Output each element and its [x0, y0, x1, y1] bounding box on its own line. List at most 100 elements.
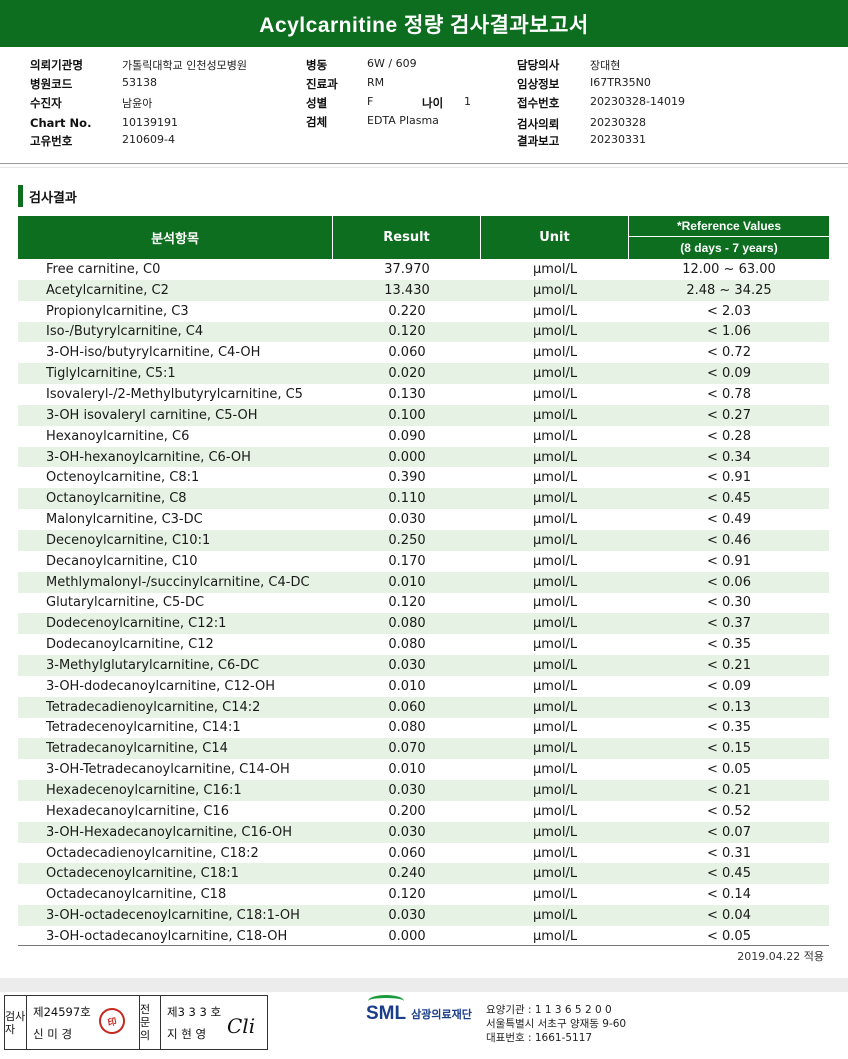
analyte-name: Tetradecenoylcarnitine, C14:1 — [46, 720, 241, 736]
header-reference-range: (8 days - 7 years) — [680, 241, 778, 255]
reference-value: < 0.52 — [707, 803, 751, 819]
result-value: 0.080 — [388, 616, 426, 632]
info-value-report-date: 20230331 — [590, 133, 646, 146]
reference-value: < 0.21 — [707, 783, 751, 799]
result-value: 0.000 — [388, 449, 426, 465]
unit-value: μmol/L — [532, 386, 578, 402]
reference-value: < 0.07 — [707, 824, 751, 840]
section-heading: 검사결과 — [18, 185, 77, 207]
table-row: Decanoylcarnitine, C10 0.170 μmol/L < 0.91 — [18, 551, 829, 572]
analyte-name: Decenoylcarnitine, C10:1 — [46, 532, 211, 548]
unit-value: μmol/L — [532, 261, 578, 277]
info-value-institution: 가톨릭대학교 인천성모병원 — [122, 59, 247, 72]
unit-value: μmol/L — [532, 303, 578, 319]
reference-value: < 0.09 — [707, 678, 751, 694]
unit-value: μmol/L — [532, 428, 578, 444]
result-value: 0.120 — [388, 887, 426, 903]
reference-value: 2.48 ~ 34.25 — [686, 282, 772, 298]
org-code: 요양기관 : 1 1 3 6 5 2 0 0 — [486, 1004, 612, 1016]
results-table-header: 분석항목 Result Unit *Reference Values (8 da… — [18, 216, 829, 259]
table-row: Tetradecanoylcarnitine, C14 0.070 μmol/L < … — [18, 738, 829, 760]
info-label-doctor: 담당의사 — [517, 58, 560, 72]
unit-value: μmol/L — [532, 491, 578, 507]
result-value: 0.030 — [388, 512, 426, 528]
unit-value: μmol/L — [532, 824, 578, 840]
result-value: 0.030 — [388, 824, 426, 840]
reference-value: < 1.06 — [707, 324, 751, 340]
table-row: 3-OH-octadecanoylcarnitine, C18-OH 0.000 μ… — [18, 926, 829, 947]
signer2-name: 지 현 영 — [167, 1027, 207, 1041]
unit-value: μmol/L — [532, 574, 578, 590]
unit-value: μmol/L — [532, 470, 578, 486]
info-value-clinical-info: I67TR35N0 — [590, 76, 651, 89]
reference-value: < 0.78 — [707, 386, 751, 402]
unit-value: μmol/L — [532, 366, 578, 382]
signer1-name: 신 미 경 — [33, 1027, 73, 1041]
result-value: 0.130 — [388, 386, 426, 402]
reference-value: < 0.21 — [707, 657, 751, 673]
section-title: 검사결과 — [29, 190, 77, 206]
table-row: Hexanoylcarnitine, C6 0.090 μmol/L < 0.28 — [18, 426, 829, 447]
unit-value: μmol/L — [532, 928, 578, 944]
analyte-name: Malonylcarnitine, C3-DC — [46, 512, 203, 528]
info-label-institution: 의뢰기관명 — [30, 58, 83, 72]
info-value-department: RM — [367, 76, 385, 89]
header-unit: Unit — [481, 216, 629, 259]
result-value: 0.080 — [388, 720, 426, 736]
result-value: 0.220 — [388, 303, 426, 319]
analyte-name: Hexadecanoylcarnitine, C16 — [46, 803, 229, 819]
signer1-license: 제24597호 — [33, 1005, 91, 1019]
reference-value: < 0.14 — [707, 887, 751, 903]
analyte-name: Free carnitine, C0 — [46, 261, 161, 277]
info-value-doctor: 장대현 — [590, 59, 621, 72]
table-row: Hexadecanoylcarnitine, C16 0.200 μmol/L < 0… — [18, 801, 829, 822]
info-label-ward: 병동 — [306, 58, 328, 72]
analyte-name: Dodecanoylcarnitine, C12 — [46, 637, 214, 653]
result-value: 0.000 — [388, 928, 426, 944]
info-label-age: 나이 — [422, 96, 444, 110]
info-label-hospital-code: 병원코드 — [30, 77, 73, 91]
result-value: 37.970 — [384, 261, 430, 277]
result-value: 0.390 — [388, 470, 426, 486]
result-value: 0.060 — [388, 699, 426, 715]
info-label-clinical-info: 임상정보 — [517, 77, 560, 91]
unit-value: μmol/L — [532, 887, 578, 903]
result-value: 0.120 — [388, 324, 426, 340]
table-row: 3-OH isovaleryl carnitine, C5-OH 0.100 μmo… — [18, 404, 829, 426]
analyte-name: Decanoylcarnitine, C10 — [46, 553, 198, 569]
reference-note: 2019.04.22 적용 — [737, 950, 824, 963]
reference-value: < 0.05 — [707, 928, 751, 944]
reference-value: < 0.31 — [707, 845, 751, 861]
table-row: Octadecadienoylcarnitine, C18:2 0.060 μmol… — [18, 843, 829, 864]
reference-value: < 0.45 — [707, 491, 751, 507]
reference-value: < 0.13 — [707, 699, 751, 715]
unit-value: μmol/L — [532, 637, 578, 653]
unit-value: μmol/L — [532, 616, 578, 632]
report-title: Acylcarnitine 정량 검사결과보고서 — [0, 0, 848, 47]
reference-value: < 0.28 — [707, 428, 751, 444]
unit-value: μmol/L — [532, 345, 578, 361]
analyte-name: Glutarylcarnitine, C5-DC — [46, 595, 205, 611]
info-label-receipt-no: 접수번호 — [517, 96, 560, 110]
patient-info: 의뢰기관명 가톨릭대학교 인천성모병원 병원코드 53138 수진자 남윤아 C… — [30, 55, 840, 155]
info-label-request-date: 검사의뢰 — [517, 117, 560, 131]
table-row: Octadecenoylcarnitine, C18:1 0.240 μmol/L <… — [18, 863, 829, 885]
analyte-name: 3-OH-Tetradecanoylcarnitine, C14-OH — [46, 762, 290, 778]
info-label-report-date: 결과보고 — [517, 134, 560, 148]
result-value: 0.030 — [388, 908, 426, 924]
footer-divider — [0, 978, 848, 992]
analyte-name: Propionylcarnitine, C3 — [46, 303, 189, 319]
info-divider — [0, 163, 848, 164]
unit-value: μmol/L — [532, 512, 578, 528]
header-item: 분석항목 — [18, 216, 333, 259]
reference-value: < 0.45 — [707, 866, 751, 882]
table-row: Dodecenoylcarnitine, C12:1 0.080 μmol/L < 0… — [18, 613, 829, 635]
result-value: 0.110 — [388, 491, 426, 507]
analyte-name: Octadecanoylcarnitine, C18 — [46, 887, 227, 903]
signer1-label: 검사자 — [5, 996, 27, 1049]
result-value: 0.100 — [388, 407, 426, 423]
signer2-label: 전문의 — [139, 996, 161, 1049]
table-row: 3-OH-iso/butyrylcarnitine, C4-OH 0.060 μmo… — [18, 342, 829, 363]
unit-value: μmol/L — [532, 720, 578, 736]
sml-name: 삼광의료재단 — [411, 1008, 472, 1021]
